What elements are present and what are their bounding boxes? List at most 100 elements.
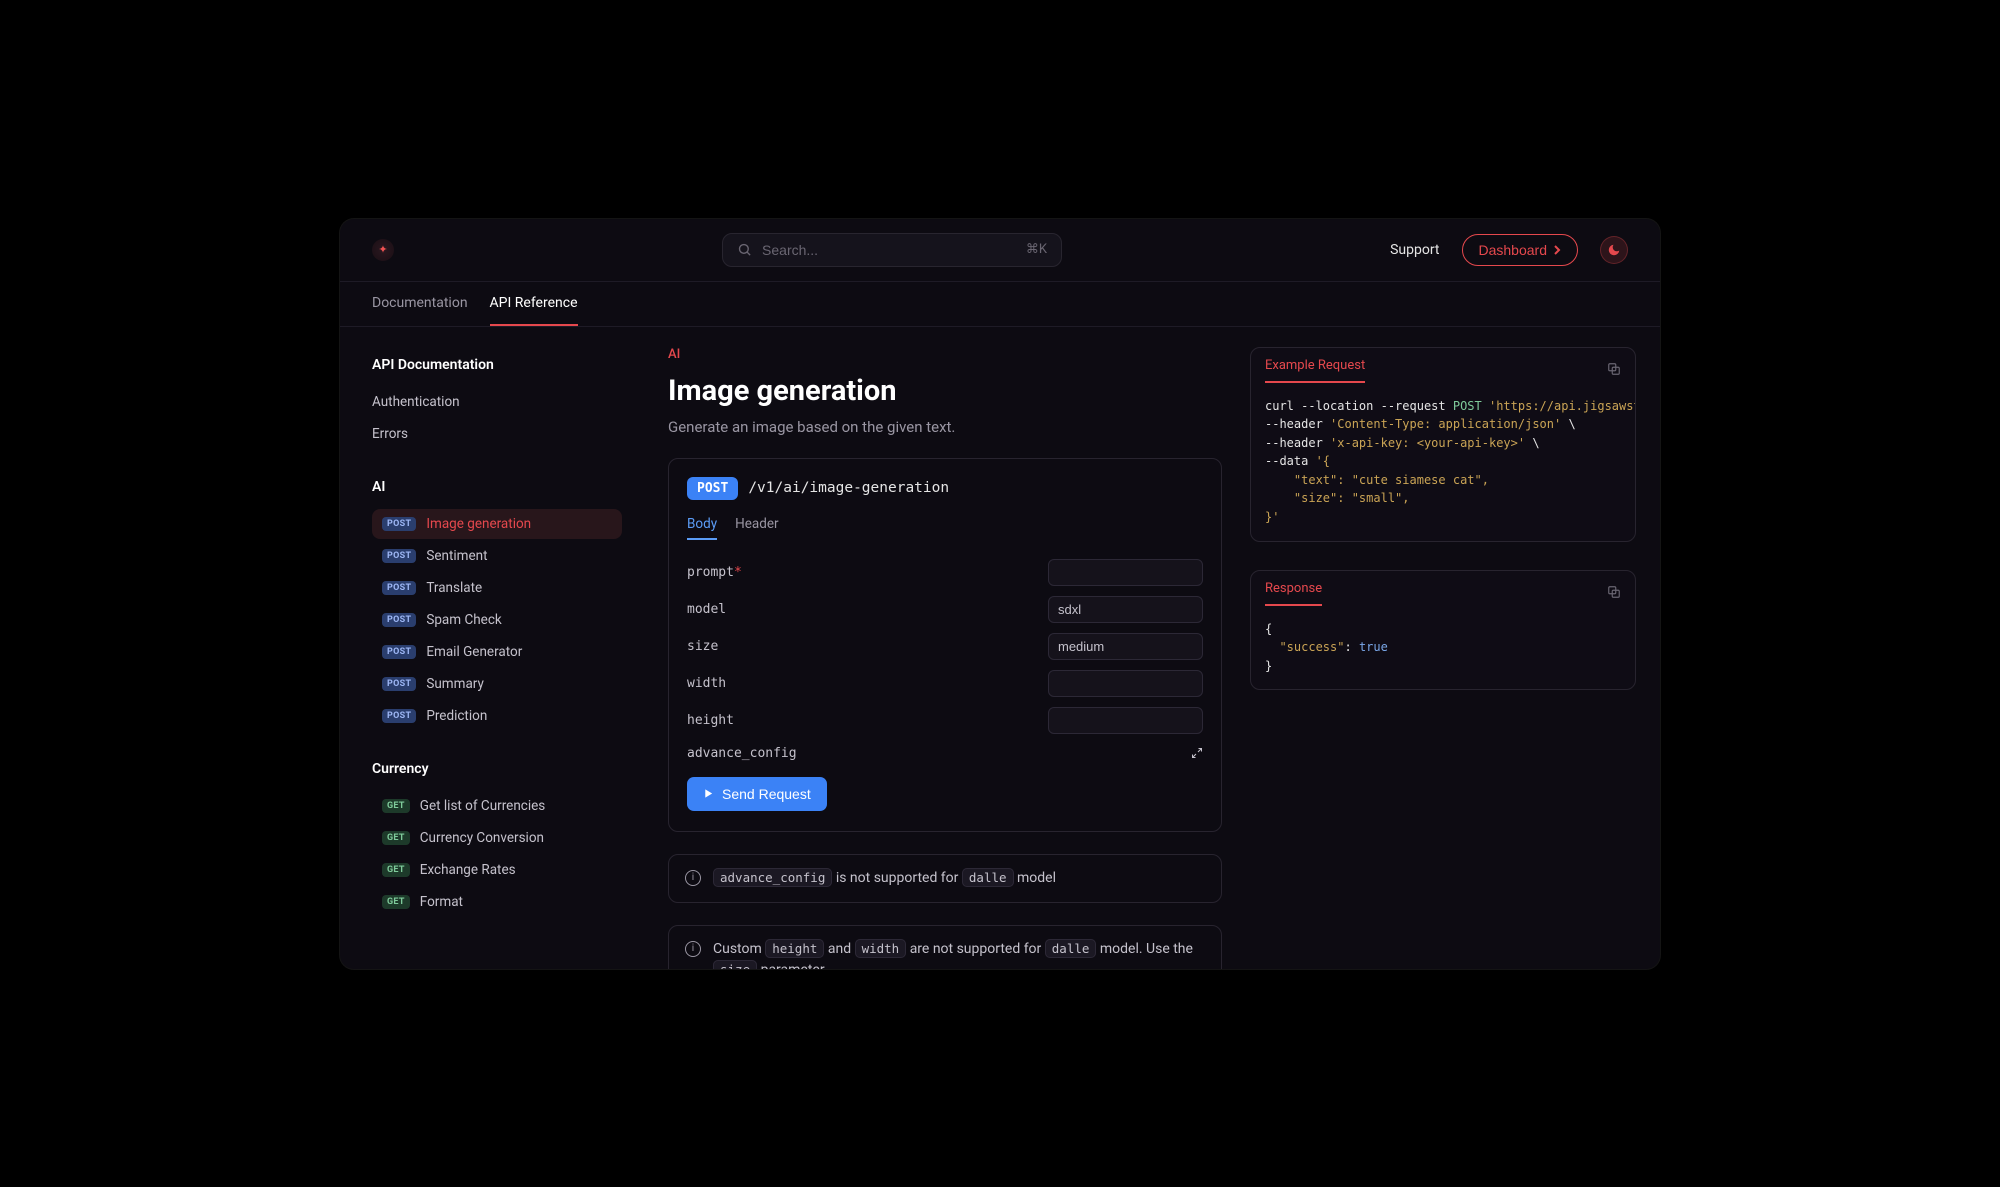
field-label: height <box>687 713 734 728</box>
main-content: AI Image generation Generate an image ba… <box>640 327 1250 969</box>
sidebar-item-summary[interactable]: POST Summary <box>372 669 622 699</box>
breadcrumb: AI <box>668 347 1222 362</box>
play-icon <box>703 788 714 799</box>
right-column: Example Request curl --location --reques… <box>1250 327 1660 969</box>
send-label: Send Request <box>722 786 811 802</box>
response-card: Response { "success": true } <box>1250 570 1636 691</box>
note-text: advance_config is not supported for dall… <box>713 868 1056 889</box>
sidebar-heading-api-doc: API Documentation <box>372 357 622 373</box>
sidebar-heading-ai: AI <box>372 479 622 495</box>
search-input[interactable] <box>762 242 1016 258</box>
page-subtitle: Generate an image based on the given tex… <box>668 418 1222 436</box>
sidebar-item-label: Get list of Currencies <box>420 798 546 814</box>
method-badge: POST <box>382 709 416 723</box>
sidebar-item-email-generator[interactable]: POST Email Generator <box>372 637 622 667</box>
method-badge: POST <box>382 549 416 563</box>
size-input[interactable] <box>1048 633 1203 660</box>
tab-documentation[interactable]: Documentation <box>372 282 468 326</box>
endpoint-path: /v1/ai/image-generation <box>748 480 949 496</box>
support-link[interactable]: Support <box>1390 242 1439 258</box>
copy-button[interactable] <box>1607 584 1621 603</box>
copy-icon <box>1607 585 1621 599</box>
method-badge: POST <box>687 477 738 500</box>
dashboard-button[interactable]: Dashboard <box>1462 234 1579 266</box>
search-input-wrapper[interactable]: ⌘K <box>722 233 1062 267</box>
response-code: { "success": true } <box>1251 606 1635 690</box>
sidebar-item-errors[interactable]: Errors <box>372 419 622 449</box>
sidebar-item-currency-conversion[interactable]: GET Currency Conversion <box>372 823 622 853</box>
sidebar-item-exchange-rates[interactable]: GET Exchange Rates <box>372 855 622 885</box>
method-badge: POST <box>382 517 416 531</box>
width-input[interactable] <box>1048 670 1203 697</box>
height-input[interactable] <box>1048 707 1203 734</box>
sidebar-item-label: Exchange Rates <box>420 862 516 878</box>
method-badge: GET <box>382 863 410 877</box>
request-tabs: Body Header <box>687 516 1203 540</box>
sidebar-item-label: Image generation <box>426 516 531 532</box>
info-icon: i <box>685 941 701 957</box>
sidebar-item-label: Prediction <box>426 708 487 724</box>
example-request-card: Example Request curl --location --reques… <box>1250 347 1636 542</box>
sidebar-item-label: Format <box>420 894 463 910</box>
request-builder-panel: POST /v1/ai/image-generation Body Header… <box>668 458 1222 832</box>
fields: prompt* model size width <box>687 554 1203 761</box>
tab-body[interactable]: Body <box>687 516 717 540</box>
sidebar-item-sentiment[interactable]: POST Sentiment <box>372 541 622 571</box>
sidebar: API Documentation Authentication Errors … <box>340 327 640 969</box>
endpoint-line: POST /v1/ai/image-generation <box>687 477 1203 500</box>
method-badge: POST <box>382 613 416 627</box>
sidebar-item-image-generation[interactable]: POST Image generation <box>372 509 622 539</box>
logo-icon[interactable]: ✦ <box>372 239 394 261</box>
sidebar-item-label: Spam Check <box>426 612 501 628</box>
field-label: model <box>687 602 726 617</box>
sidebar-item-translate[interactable]: POST Translate <box>372 573 622 603</box>
field-height: height <box>687 702 1203 739</box>
tab-api-reference[interactable]: API Reference <box>490 282 578 326</box>
card-head: Example Request <box>1251 348 1635 383</box>
note-text: Custom height and width are not supporte… <box>713 939 1205 969</box>
sidebar-item-label: Email Generator <box>426 644 522 660</box>
sidebar-item-format[interactable]: GET Format <box>372 887 622 917</box>
method-badge: GET <box>382 895 410 909</box>
card-head: Response <box>1251 571 1635 606</box>
sidebar-item-label: Sentiment <box>426 548 487 564</box>
sidebar-item-label: Translate <box>426 580 482 596</box>
method-badge: POST <box>382 645 416 659</box>
note-custom-dims: i Custom height and width are not suppor… <box>668 925 1222 969</box>
sidebar-item-currencies-list[interactable]: GET Get list of Currencies <box>372 791 622 821</box>
field-label: size <box>687 639 718 654</box>
search-icon <box>737 242 752 257</box>
prompt-input[interactable] <box>1048 559 1203 586</box>
field-model: model <box>687 591 1203 628</box>
topbar: ✦ ⌘K Support Dashboard <box>340 219 1660 282</box>
moon-icon <box>1607 243 1621 257</box>
topbar-right: Support Dashboard <box>1390 234 1628 266</box>
send-request-button[interactable]: Send Request <box>687 777 827 811</box>
dashboard-label: Dashboard <box>1479 242 1548 258</box>
sidebar-item-label: Currency Conversion <box>420 830 544 846</box>
field-label: advance_config <box>687 746 797 761</box>
copy-icon <box>1607 362 1621 376</box>
field-label: prompt* <box>687 565 742 580</box>
sidebar-item-prediction[interactable]: POST Prediction <box>372 701 622 731</box>
sidebar-item-authentication[interactable]: Authentication <box>372 387 622 417</box>
expand-icon <box>1191 747 1203 759</box>
field-advance-config[interactable]: advance_config <box>687 739 1203 761</box>
nav-tabs: Documentation API Reference <box>340 282 1660 327</box>
sidebar-heading-currency: Currency <box>372 761 622 777</box>
field-width: width <box>687 665 1203 702</box>
field-size: size <box>687 628 1203 665</box>
chevron-right-icon <box>1553 245 1561 255</box>
request-code: curl --location --request POST 'https://… <box>1251 383 1635 541</box>
copy-button[interactable] <box>1607 361 1621 380</box>
field-prompt: prompt* <box>687 554 1203 591</box>
method-badge: POST <box>382 677 416 691</box>
method-badge: GET <box>382 799 410 813</box>
field-label: width <box>687 676 726 691</box>
sidebar-item-spam-check[interactable]: POST Spam Check <box>372 605 622 635</box>
method-badge: GET <box>382 831 410 845</box>
info-icon: i <box>685 870 701 886</box>
theme-toggle[interactable] <box>1600 236 1628 264</box>
model-input[interactable] <box>1048 596 1203 623</box>
tab-header[interactable]: Header <box>735 516 778 540</box>
